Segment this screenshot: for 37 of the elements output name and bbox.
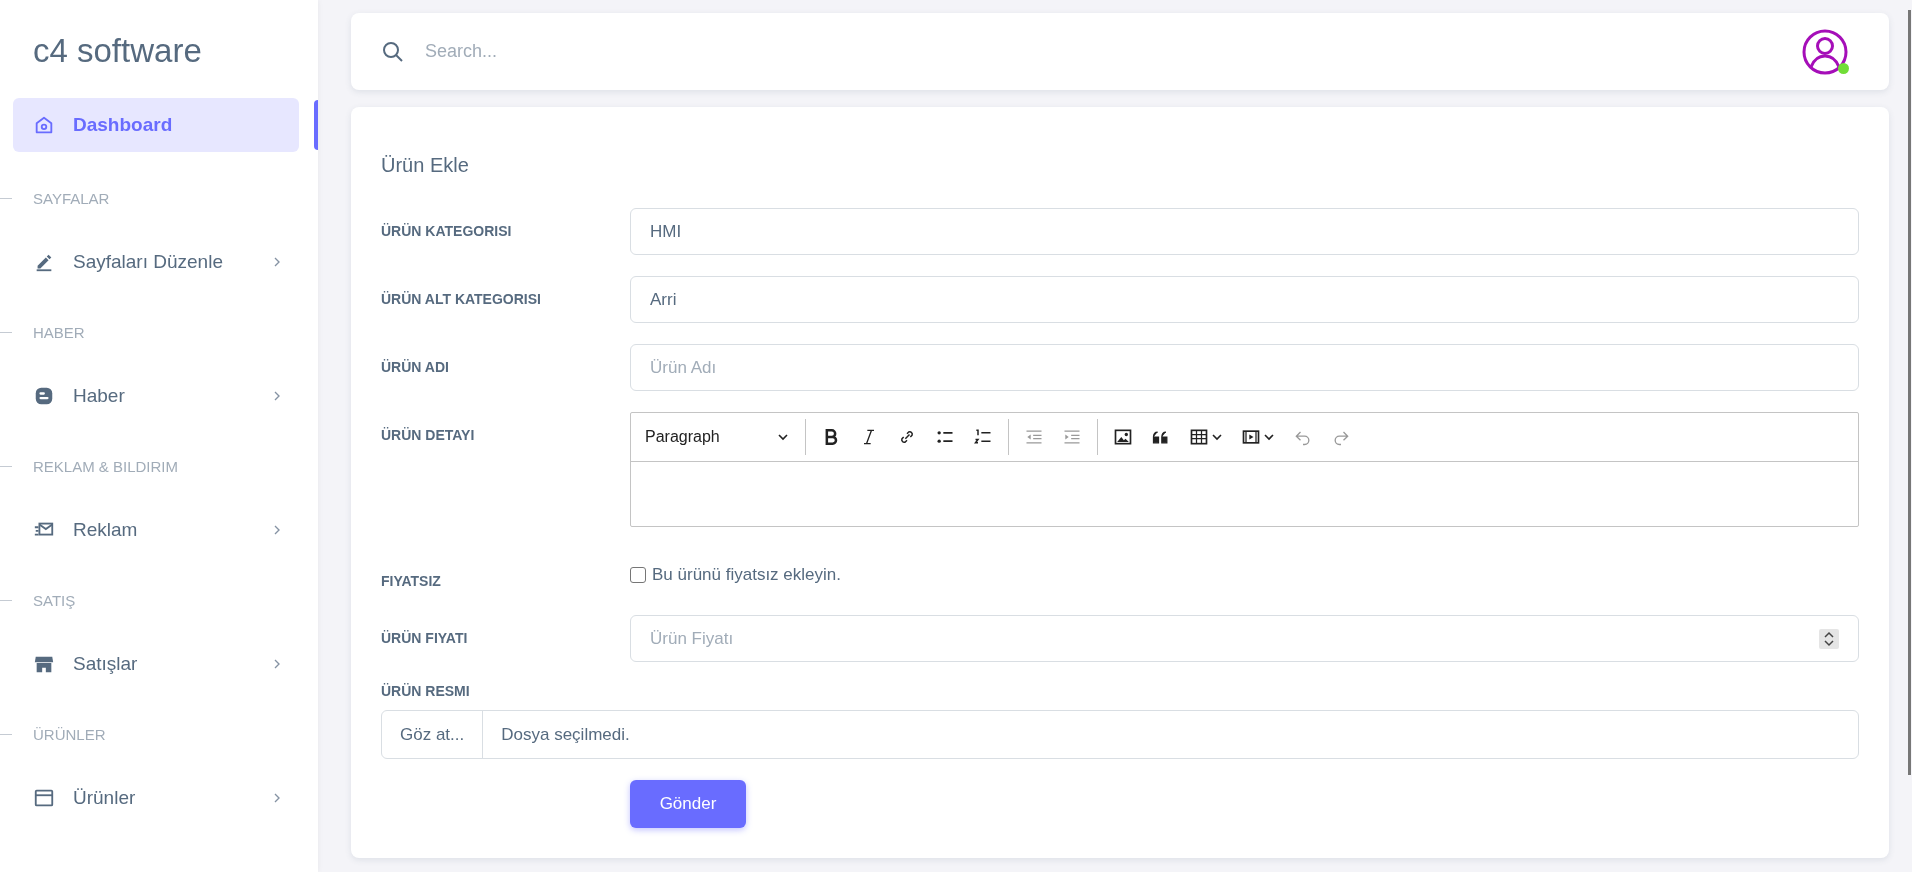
checkbox[interactable] [630,567,646,583]
field-label: ÜRÜN DETAYI [381,427,475,443]
sidebar-menu-item[interactable]: Ürünler [13,774,305,822]
field-label: ÜRÜN KATEGORISI [381,223,512,239]
blog-icon [33,385,55,407]
sidebar-menu-item[interactable]: Sayfaları Düzenle [13,238,305,286]
checkbox-label: Bu ürünü fiyatsız ekleyin. [652,565,841,585]
scrollbar[interactable] [1908,10,1911,775]
spinner-icon[interactable] [1819,628,1839,649]
paragraph-dropdown[interactable]: Paragraph [637,428,797,446]
form-title: Ürün Ekle [381,153,470,177]
app-logo: c4 software [32,31,203,71]
active-indicator [314,100,318,150]
sidebar-menu-item[interactable]: Haber [13,372,305,420]
file-input[interactable]: Göz at... Dosya seçilmedi. [381,710,1859,759]
dashboard-menu-item[interactable]: Dashboard [13,98,300,152]
field-label: FIYATSIZ [381,573,441,589]
field-label: ÜRÜN RESMI [381,683,471,699]
section-heading: SAYFALAR [33,189,110,207]
search-icon [381,39,405,64]
field-label: ÜRÜN ADI [381,359,449,375]
caret-icon [777,431,789,443]
section-heading: SATIŞ [33,591,76,609]
section-heading: HABER [33,323,85,341]
window-icon [33,787,55,809]
home-icon [33,114,55,136]
field-label: ÜRÜN FIYATI [381,630,468,646]
select-field[interactable]: Arri [630,276,1859,323]
field-label: ÜRÜN ALT KATEGORISI [381,291,541,307]
text-input[interactable]: Ürün Adı [630,344,1859,391]
section-heading: REKLAM & BILDIRIM [33,457,179,475]
sidebar-menu-item[interactable]: Satışlar [13,640,305,688]
user-avatar[interactable] [1801,27,1849,76]
submit-button[interactable]: Gönder [630,780,746,828]
select-field[interactable]: HMI [630,208,1859,255]
sidebar-menu-item[interactable]: Reklam [13,506,305,554]
section-heading: ÜRÜNLER [33,725,106,743]
